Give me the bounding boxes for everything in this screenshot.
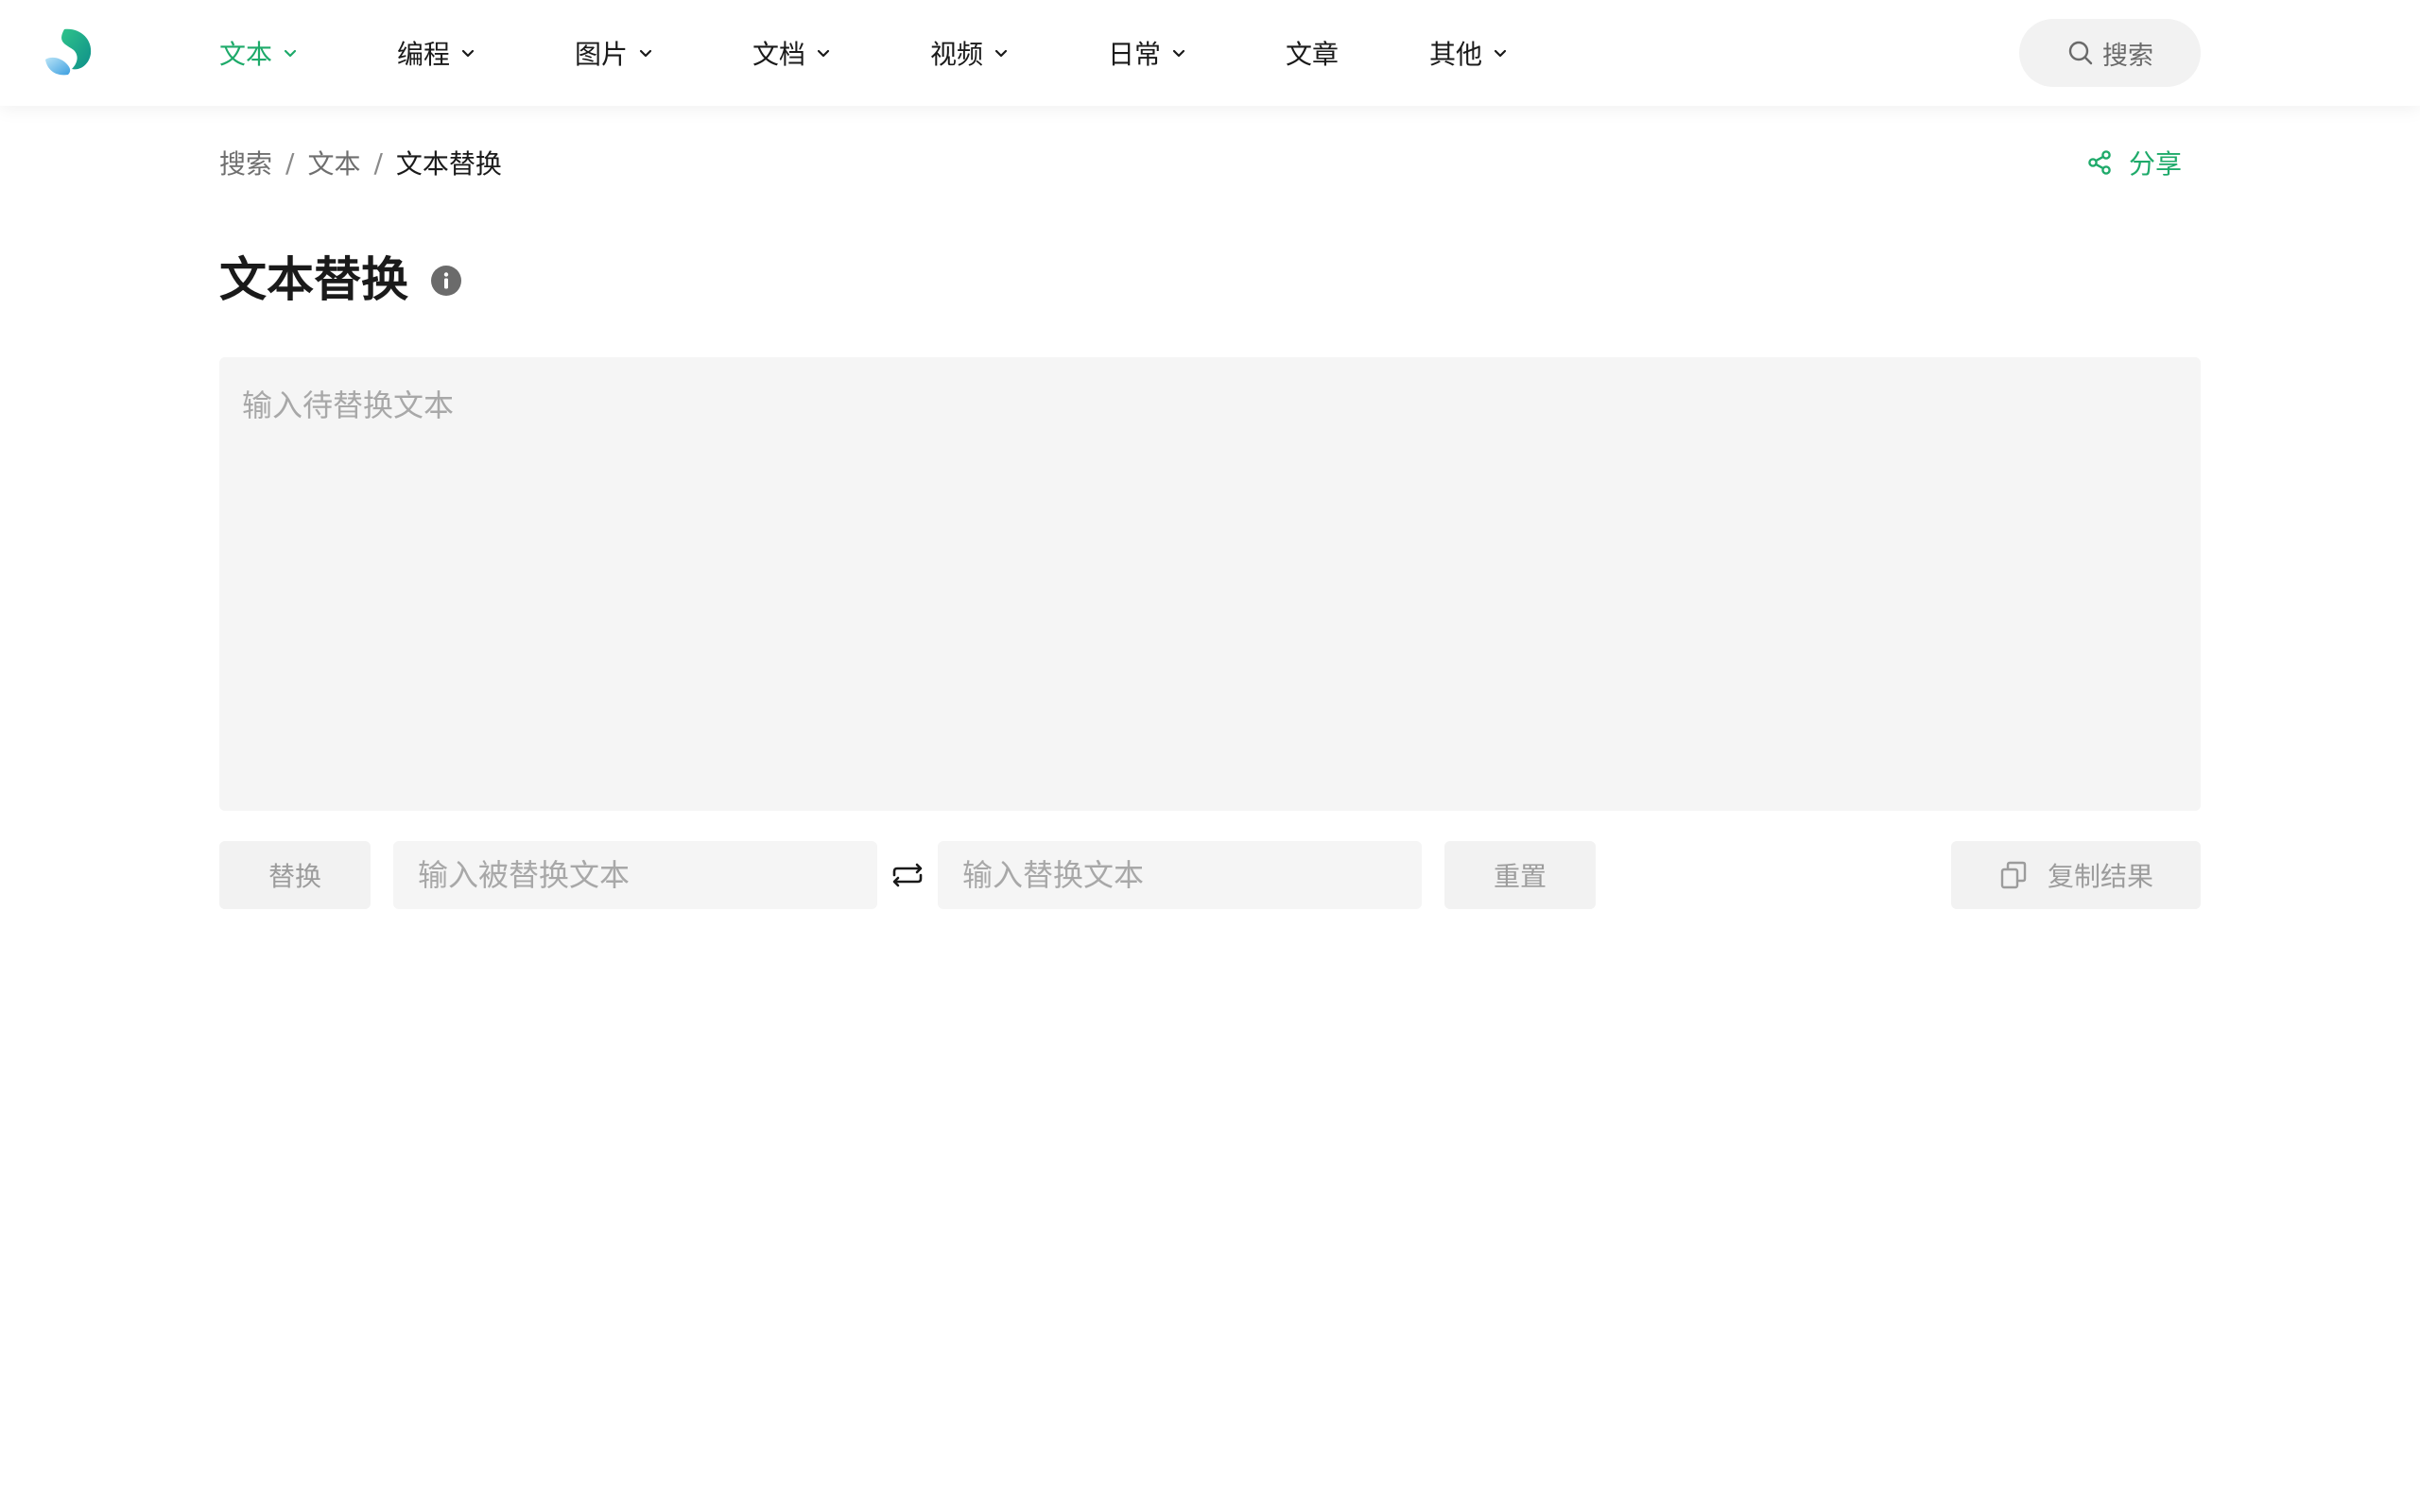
breadcrumb-item-search[interactable]: 搜索 (219, 144, 272, 181)
nav-item-articles[interactable]: 文章 (1286, 0, 1339, 106)
search-icon (2068, 41, 2093, 65)
reset-button[interactable]: 重置 (1444, 841, 1596, 909)
source-text-input[interactable] (219, 357, 2201, 811)
chevron-down-icon (817, 49, 830, 58)
page-title: 文本替换 (219, 252, 408, 307)
chevron-down-icon (461, 49, 475, 58)
swap-icon[interactable] (889, 856, 926, 894)
chevron-down-icon (1494, 49, 1507, 58)
breadcrumb-separator: / (373, 146, 383, 179)
nav-item-other[interactable]: 其他 (1429, 0, 1509, 106)
nav-item-images[interactable]: 图片 (575, 0, 654, 106)
search-button[interactable]: 搜索 (2019, 19, 2201, 87)
find-text-input[interactable] (393, 841, 877, 909)
breadcrumb-item-current: 文本替换 (395, 148, 502, 180)
replace-button-label: 替换 (268, 861, 321, 892)
reset-button-label: 重置 (1493, 861, 1547, 892)
breadcrumb: 搜索 / 文本 / 文本替换 (219, 142, 502, 183)
nav-item-label: 图片 (575, 39, 629, 70)
nav-item-label: 编程 (397, 39, 451, 70)
nav-item-label: 其他 (1429, 39, 1483, 70)
replace-button[interactable]: 替换 (219, 841, 371, 909)
copy-result-label: 复制结果 (2047, 861, 2153, 892)
info-icon[interactable] (430, 265, 462, 297)
nav-item-label: 视频 (930, 39, 984, 70)
share-button[interactable]: 分享 (2085, 142, 2182, 183)
chevron-down-icon (1172, 49, 1185, 58)
chevron-down-icon (994, 49, 1008, 58)
search-label: 搜索 (2102, 41, 2153, 71)
share-icon (2088, 150, 2111, 175)
site-logo-icon[interactable] (43, 27, 93, 77)
share-label: 分享 (2129, 148, 2183, 180)
nav-item-label: 文档 (752, 39, 806, 70)
breadcrumb-item-text[interactable]: 文本 (307, 144, 360, 181)
breadcrumb-separator: / (285, 146, 295, 179)
nav-item-programming[interactable]: 编程 (397, 0, 476, 106)
nav-item-label: 日常 (1108, 39, 1162, 70)
nav-item-text[interactable]: 文本 (219, 0, 299, 106)
nav-item-label: 文章 (1286, 39, 1340, 70)
nav-item-documents[interactable]: 文档 (752, 0, 832, 106)
nav-item-label: 文本 (219, 39, 273, 70)
chevron-down-icon (284, 49, 297, 58)
top-navigation-bar: 文本 编程 图片 文档 视频 日常 文章 其他 搜索 (0, 0, 2420, 106)
nav-item-daily[interactable]: 日常 (1108, 0, 1187, 106)
nav-item-video[interactable]: 视频 (930, 0, 1010, 106)
copy-result-button[interactable]: 复制结果 (1951, 841, 2201, 909)
chevron-down-icon (639, 49, 652, 58)
replacement-text-input[interactable] (938, 841, 1422, 909)
copy-icon (2000, 861, 2027, 889)
